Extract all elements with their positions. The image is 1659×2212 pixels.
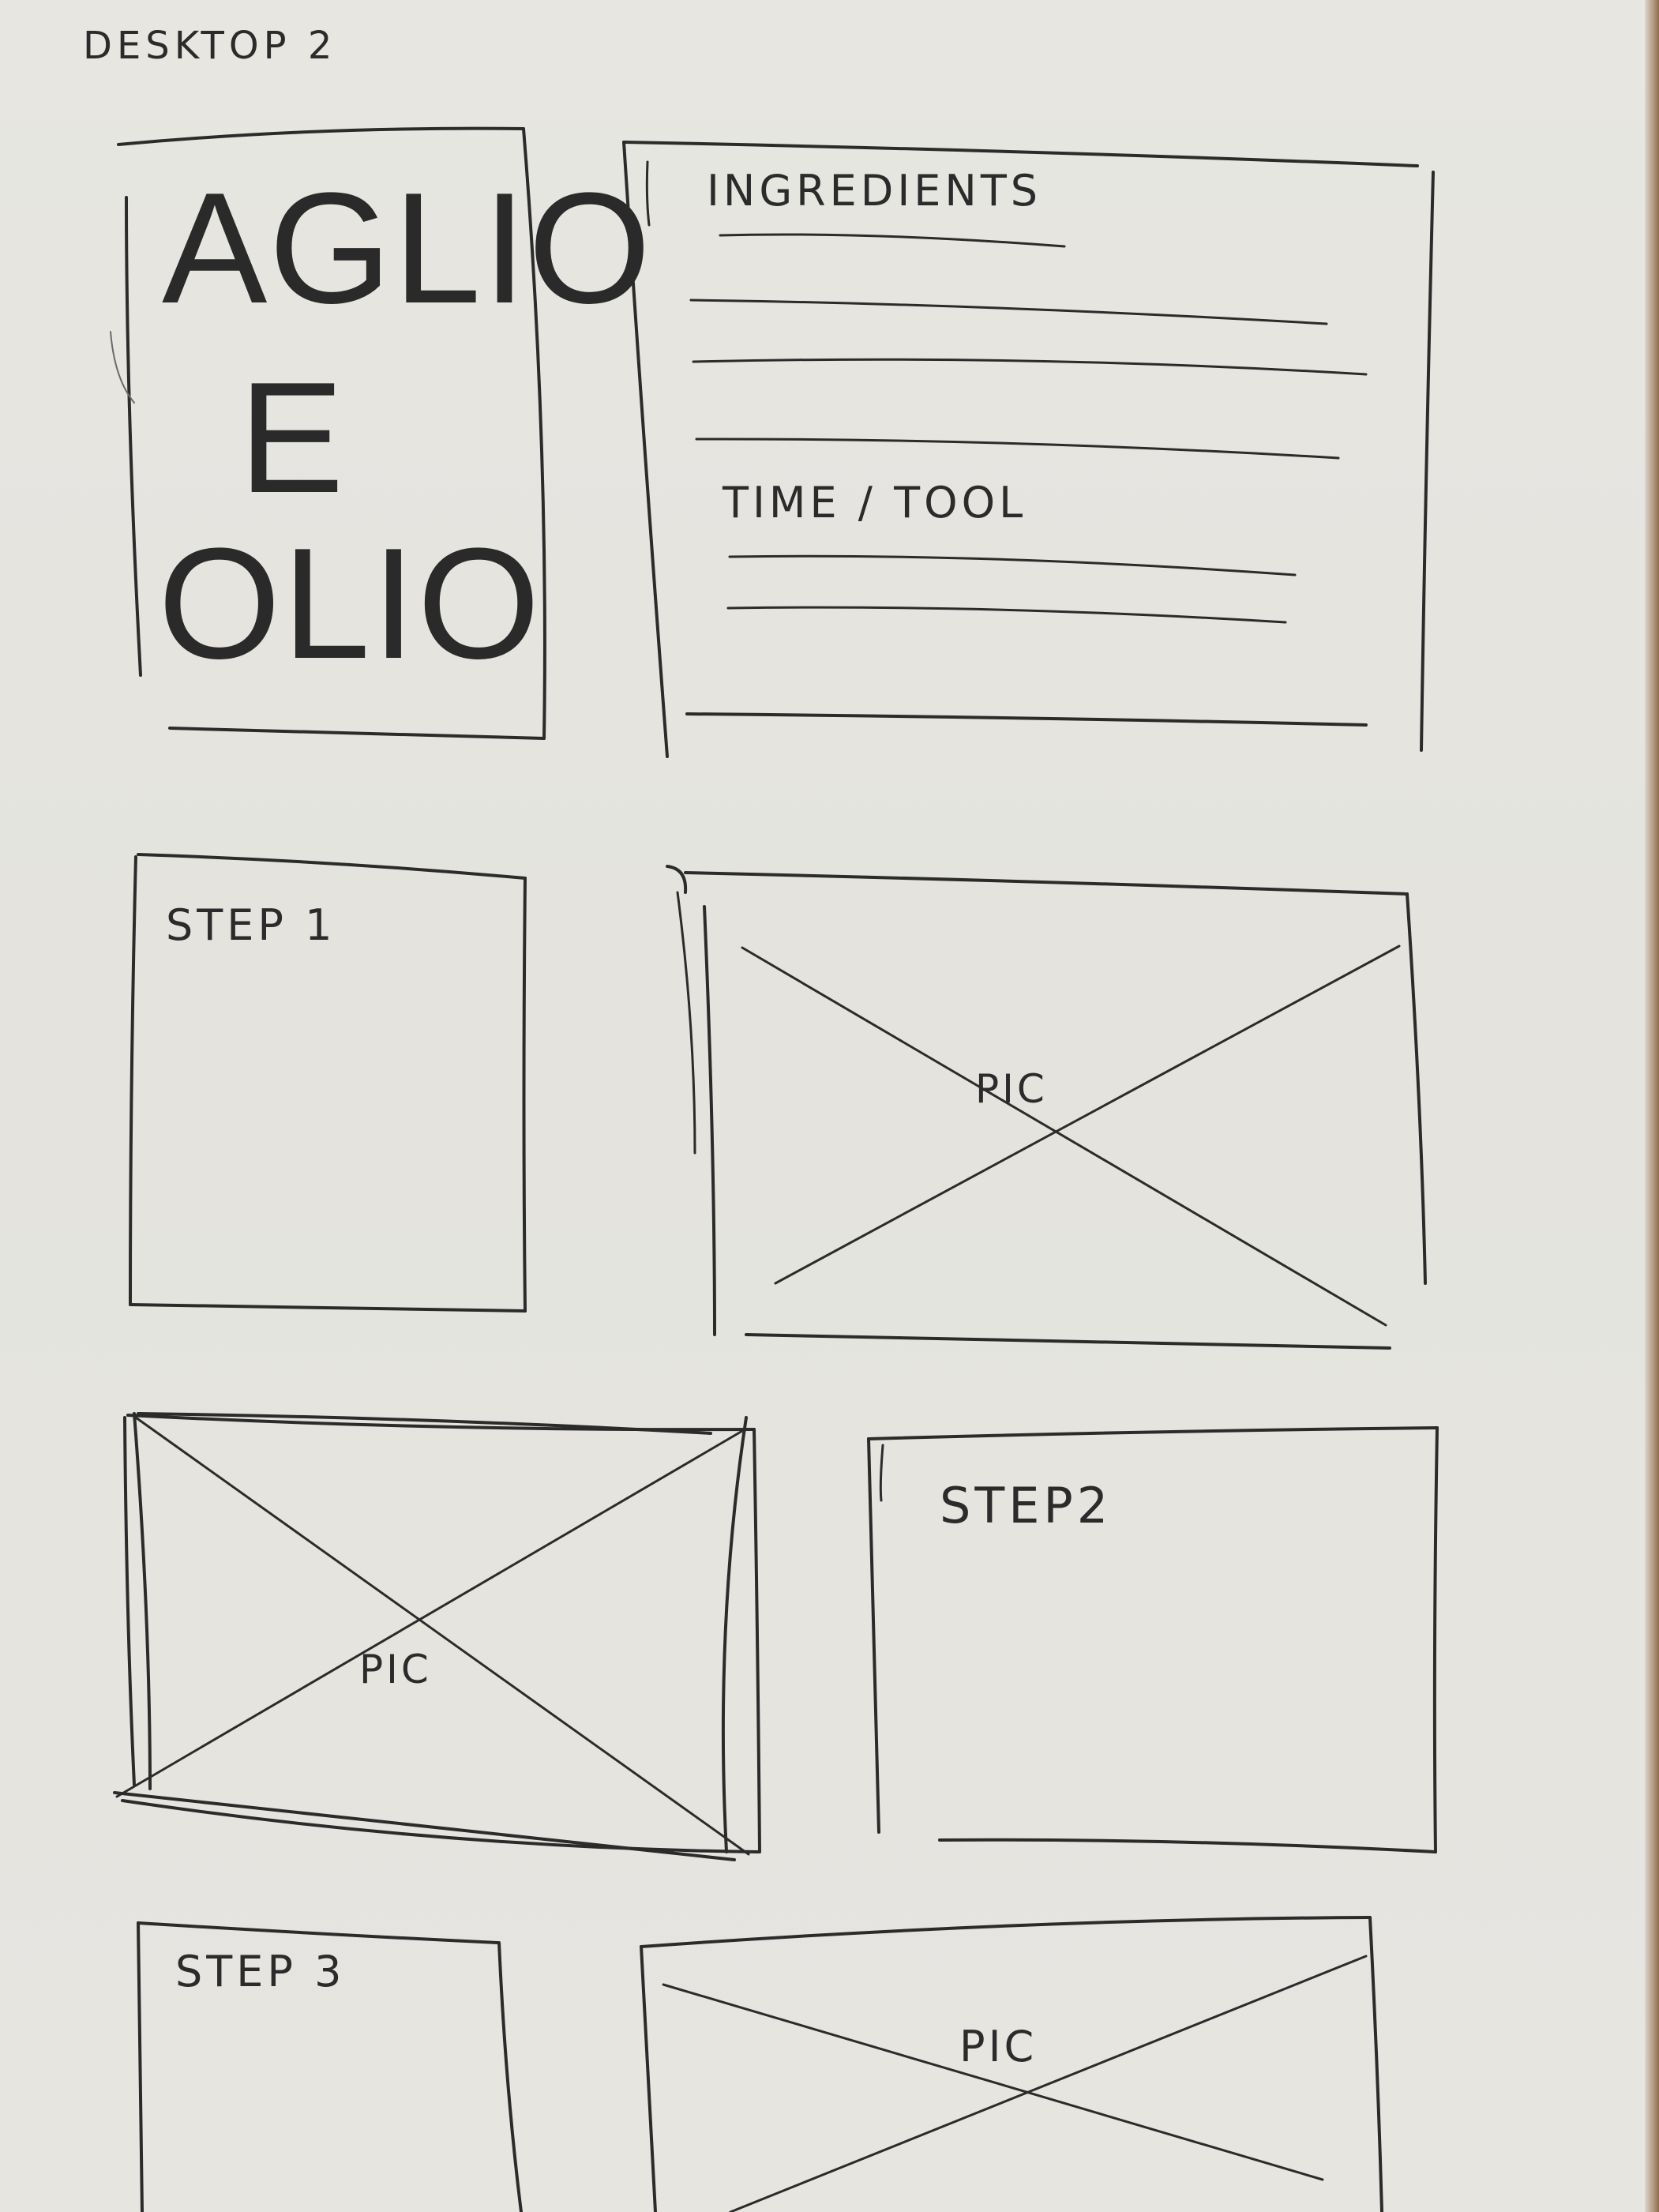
hero-title-line-2: E <box>238 350 346 526</box>
ingredients-heading: INGREDIENTS <box>707 166 1042 216</box>
time-tool-heading: TIME / TOOL <box>723 478 1027 528</box>
page-label: DESKTOP 2 <box>83 24 337 68</box>
hero-title-line-1: AGLIO <box>162 160 653 336</box>
ingredient-line-3 <box>695 438 1340 460</box>
step-1-image-label: PIC <box>975 1066 1048 1112</box>
step-2-image-label: PIC <box>359 1647 432 1692</box>
step-2-picture-frame <box>113 1412 761 1861</box>
step-1-label: STEP 1 <box>166 900 336 950</box>
ingredients-underline <box>719 233 1066 248</box>
time-tool-line-2 <box>726 606 1287 624</box>
ingredient-line-2 <box>692 358 1368 376</box>
ingredient-line-1 <box>689 299 1328 325</box>
step-2-label: STEP2 <box>940 1477 1113 1534</box>
step-3-image-label: PIC <box>959 2022 1038 2071</box>
step-3-label: STEP 3 <box>175 1947 346 1996</box>
hero-title-line-3: OLIO <box>158 516 542 692</box>
time-tool-line-1 <box>728 554 1297 576</box>
